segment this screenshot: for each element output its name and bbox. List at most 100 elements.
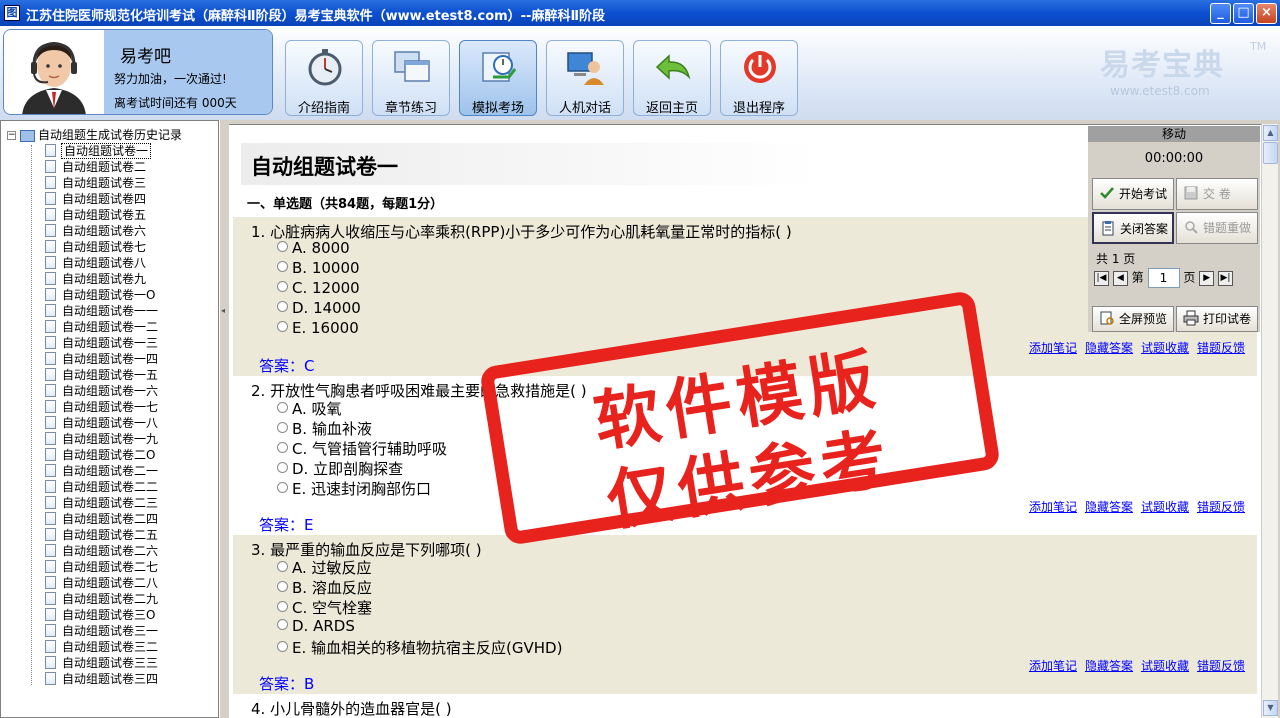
report-error-link[interactable]: 错题反馈 xyxy=(1197,500,1245,514)
tree-item[interactable]: 自动组题试卷二九 xyxy=(45,591,158,607)
nav-exit-button[interactable]: 退出程序 xyxy=(720,40,798,116)
close-button[interactable]: × xyxy=(1256,3,1277,24)
answer-option[interactable]: E. 16000 xyxy=(277,319,359,337)
app-icon[interactable]: 图 xyxy=(4,5,20,21)
scroll-down-icon[interactable]: ▼ xyxy=(1263,700,1278,716)
option-radio[interactable] xyxy=(277,402,288,413)
tree-item[interactable]: 自动组题试卷一六 xyxy=(45,383,158,399)
print-paper-button[interactable]: 打印试卷 xyxy=(1176,306,1258,332)
collapse-icon[interactable]: − xyxy=(7,131,16,140)
nav-home-button[interactable]: 返回主页 xyxy=(633,40,711,116)
option-radio[interactable] xyxy=(277,281,288,292)
tree-item[interactable]: 自动组题试卷一八 xyxy=(45,415,158,431)
first-page-icon[interactable]: |◀ xyxy=(1094,270,1109,286)
answer-option[interactable]: B. 溶血反应 xyxy=(277,577,372,598)
answer-option[interactable]: E. 迅速封闭胸部伤口 xyxy=(277,478,431,499)
option-radio[interactable] xyxy=(277,482,288,493)
tree-item[interactable]: 自动组题试卷一七 xyxy=(45,399,158,415)
tree-root[interactable]: − 自动组题生成试卷历史记录 xyxy=(7,126,182,142)
tree-item[interactable]: 自动组题试卷一五 xyxy=(45,367,158,383)
tree-item[interactable]: 自动组题试卷一一 xyxy=(45,303,158,319)
answer-option[interactable]: D. 14000 xyxy=(277,299,361,317)
close-answer-button[interactable]: 关闭答案 xyxy=(1092,212,1174,244)
tree-item[interactable]: 自动组题试卷一四 xyxy=(45,351,158,367)
next-page-icon[interactable]: ▶ xyxy=(1199,270,1215,286)
tree-item[interactable]: 自动组题试卷三四 xyxy=(45,671,158,687)
option-radio[interactable] xyxy=(277,641,288,652)
hide-answer-link[interactable]: 隐藏答案 xyxy=(1085,500,1133,514)
tree-item[interactable]: 自动组题试卷三一 xyxy=(45,623,158,639)
answer-option[interactable]: C. 12000 xyxy=(277,279,360,297)
panel-move-header[interactable]: 移动 xyxy=(1088,126,1260,142)
tree-item[interactable]: 自动组题试卷八 xyxy=(45,255,158,271)
add-note-link[interactable]: 添加笔记 xyxy=(1029,659,1077,673)
pane-splitter[interactable]: ◂ xyxy=(219,120,229,718)
tree-item[interactable]: 自动组题试卷六 xyxy=(45,223,158,239)
option-radio[interactable] xyxy=(277,581,288,592)
nav-chat-button[interactable]: 人机对话 xyxy=(546,40,624,116)
tree-item[interactable]: 自动组题试卷七 xyxy=(45,239,158,255)
tree-item[interactable]: 自动组题试卷二六 xyxy=(45,543,158,559)
option-radio[interactable] xyxy=(277,619,288,630)
answer-option[interactable]: A. 吸氧 xyxy=(277,398,342,419)
last-page-icon[interactable]: ▶| xyxy=(1218,270,1233,286)
tree-item[interactable]: 自动组题试卷二五 xyxy=(45,527,158,543)
option-radio[interactable] xyxy=(277,462,288,473)
submit-paper-button[interactable]: 交 卷 xyxy=(1176,178,1258,210)
option-radio[interactable] xyxy=(277,321,288,332)
prev-page-icon[interactable]: ◀ xyxy=(1112,270,1128,286)
tree-item[interactable]: 自动组题试卷一三 xyxy=(45,335,158,351)
paper-history-tree[interactable]: − 自动组题生成试卷历史记录 自动组题试卷一 自动组题试卷二 自动组题试卷三 自动组题试… xyxy=(0,120,219,718)
report-error-link[interactable]: 错题反馈 xyxy=(1197,341,1245,355)
start-exam-button[interactable]: 开始考试 xyxy=(1092,178,1174,210)
favorite-link[interactable]: 试题收藏 xyxy=(1141,500,1189,514)
favorite-link[interactable]: 试题收藏 xyxy=(1141,659,1189,673)
option-radio[interactable] xyxy=(277,422,288,433)
hide-answer-link[interactable]: 隐藏答案 xyxy=(1085,659,1133,673)
answer-option[interactable]: D. ARDS xyxy=(277,617,355,635)
option-radio[interactable] xyxy=(277,261,288,272)
tree-item[interactable]: 自动组题试卷二 xyxy=(45,159,158,175)
tree-item[interactable]: 自动组题试卷三二 xyxy=(45,639,158,655)
add-note-link[interactable]: 添加笔记 xyxy=(1029,341,1077,355)
favorite-link[interactable]: 试题收藏 xyxy=(1141,341,1189,355)
nav-mock-exam-button[interactable]: 模拟考场 xyxy=(459,40,537,116)
tree-item[interactable]: 自动组题试卷一九 xyxy=(45,431,158,447)
tree-item[interactable]: 自动组题试卷九 xyxy=(45,271,158,287)
tree-item[interactable]: 自动组题试卷二七 xyxy=(45,559,158,575)
option-radio[interactable] xyxy=(277,301,288,312)
tree-item[interactable]: 自动组题试卷一二 xyxy=(45,319,158,335)
content-scrollbar[interactable]: ▲ ▼ xyxy=(1261,124,1278,718)
answer-option[interactable]: C. 空气栓塞 xyxy=(277,597,372,618)
tree-item[interactable]: 自动组题试卷二二 xyxy=(45,479,158,495)
option-radio[interactable] xyxy=(277,601,288,612)
fullscreen-preview-button[interactable]: 全屏预览 xyxy=(1092,306,1174,332)
option-radio[interactable] xyxy=(277,442,288,453)
answer-option[interactable]: B. 输血补液 xyxy=(277,418,372,439)
option-radio[interactable] xyxy=(277,241,288,252)
tree-item[interactable]: 自动组题试卷五 xyxy=(45,207,158,223)
scroll-up-icon[interactable]: ▲ xyxy=(1263,125,1278,141)
tree-item[interactable]: 自动组题试卷三三 xyxy=(45,655,158,671)
option-radio[interactable] xyxy=(277,561,288,572)
answer-option[interactable]: E. 输血相关的移植物抗宿主反应(GVHD) xyxy=(277,637,562,658)
answer-option[interactable]: B. 10000 xyxy=(277,259,360,277)
tree-item[interactable]: 自动组题试卷四 xyxy=(45,191,158,207)
tree-item[interactable]: 自动组题试卷二四 xyxy=(45,511,158,527)
minimize-button[interactable]: _ xyxy=(1210,3,1231,24)
answer-option[interactable]: C. 气管插管行辅助呼吸 xyxy=(277,438,447,459)
nav-intro-button[interactable]: 介绍指南 xyxy=(285,40,363,116)
tree-item[interactable]: 自动组题试卷二一 xyxy=(45,463,158,479)
report-error-link[interactable]: 错题反馈 xyxy=(1197,659,1245,673)
tree-item[interactable]: 自动组题试卷一 xyxy=(45,143,158,159)
hide-answer-link[interactable]: 隐藏答案 xyxy=(1085,341,1133,355)
maximize-button[interactable]: □ xyxy=(1233,3,1254,24)
nav-chapter-button[interactable]: 章节练习 xyxy=(372,40,450,116)
scroll-thumb[interactable] xyxy=(1263,142,1278,164)
tree-item[interactable]: 自动组题试卷三O xyxy=(45,607,158,623)
tree-item[interactable]: 自动组题试卷二八 xyxy=(45,575,158,591)
tree-item[interactable]: 自动组题试卷二O xyxy=(45,447,158,463)
tree-item[interactable]: 自动组题试卷一O xyxy=(45,287,158,303)
add-note-link[interactable]: 添加笔记 xyxy=(1029,500,1077,514)
answer-option[interactable]: A. 8000 xyxy=(277,239,350,257)
